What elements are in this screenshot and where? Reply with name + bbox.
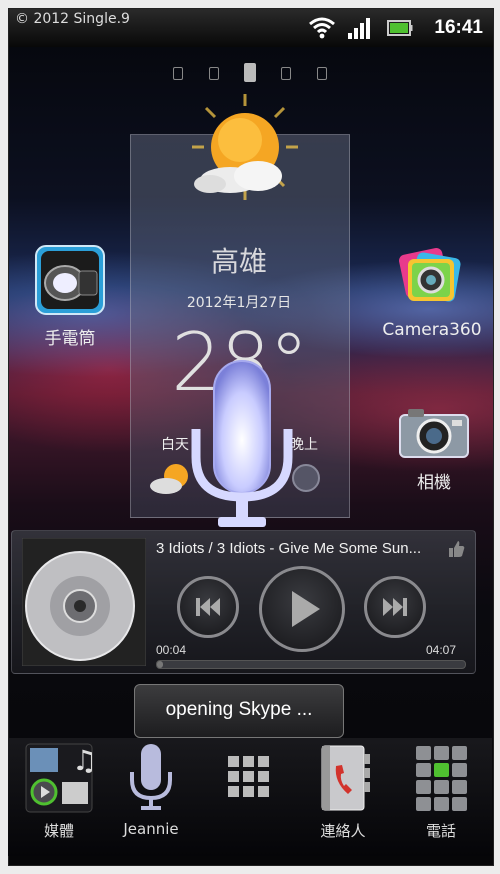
dock-contacts-label: 連絡人 (320, 822, 366, 840)
flashlight-icon (35, 245, 105, 315)
page-indicator (169, 63, 339, 82)
thumbs-up-icon[interactable] (447, 540, 465, 558)
time-total: 04:07 (426, 643, 457, 657)
next-icon (383, 598, 407, 616)
play-icon (292, 591, 320, 627)
toast-message: opening Skype ... (134, 684, 344, 738)
app-flashlight-label: 手電筒 (44, 329, 96, 349)
media-icon: ♫ (25, 743, 94, 813)
dock-phone[interactable]: 電話 (396, 742, 486, 841)
camera-icon (399, 409, 469, 458)
dock-contacts[interactable]: 連絡人 (298, 742, 388, 841)
signal-icon (348, 18, 370, 39)
camera360-icon (399, 248, 461, 302)
dock-media[interactable]: ♫ 媒體 (14, 742, 104, 841)
play-button[interactable] (259, 566, 345, 652)
time-elapsed: 00:04 (156, 643, 187, 657)
battery-icon (387, 20, 413, 36)
app-flashlight[interactable]: 手電筒 (25, 245, 115, 349)
sun-cloud-icon (192, 94, 298, 200)
page-dot (317, 67, 327, 80)
next-button[interactable] (364, 576, 426, 638)
wifi-icon (309, 17, 335, 39)
jeannie-mic-icon (130, 744, 172, 810)
svg-text:♫: ♫ (72, 744, 94, 777)
playback-progress-fill (157, 661, 164, 668)
weather-city: 高雄 (210, 245, 267, 278)
previous-icon (196, 598, 220, 616)
previous-button[interactable] (177, 576, 239, 638)
status-bar: © 2012 Single.9 16:41 (9, 9, 493, 47)
weather-date: 2012年1月27日 (186, 295, 292, 311)
page-dot (281, 67, 291, 80)
album-art-cd (22, 538, 146, 666)
contacts-book-icon (321, 745, 370, 811)
app-camera360[interactable]: Camera360 (369, 245, 493, 340)
page-dot-active (244, 63, 256, 82)
app-camera360-label: Camera360 (382, 320, 482, 340)
app-grid-icon (228, 756, 269, 797)
app-camera[interactable]: 相機 (389, 407, 479, 493)
clock: 16:41 (434, 17, 483, 38)
playback-progress-bar[interactable] (156, 660, 466, 669)
dock-phone-label: 電話 (425, 822, 456, 840)
dock-jeannie-label: Jeannie (123, 820, 179, 838)
microphone-icon[interactable] (184, 357, 300, 537)
dock-media-label: 媒體 (43, 822, 74, 840)
phone-keypad-icon (416, 746, 467, 811)
dock-app-drawer[interactable] (204, 742, 294, 814)
watermark: © 2012 Single.9 (15, 11, 130, 27)
page-dot (209, 67, 219, 80)
track-title: 3 Idiots / 3 Idiots - Give Me Some Sun..… (156, 540, 422, 557)
app-camera-label: 相機 (417, 473, 451, 493)
dock-jeannie[interactable]: Jeannie (106, 742, 196, 838)
page-dot (173, 67, 183, 80)
